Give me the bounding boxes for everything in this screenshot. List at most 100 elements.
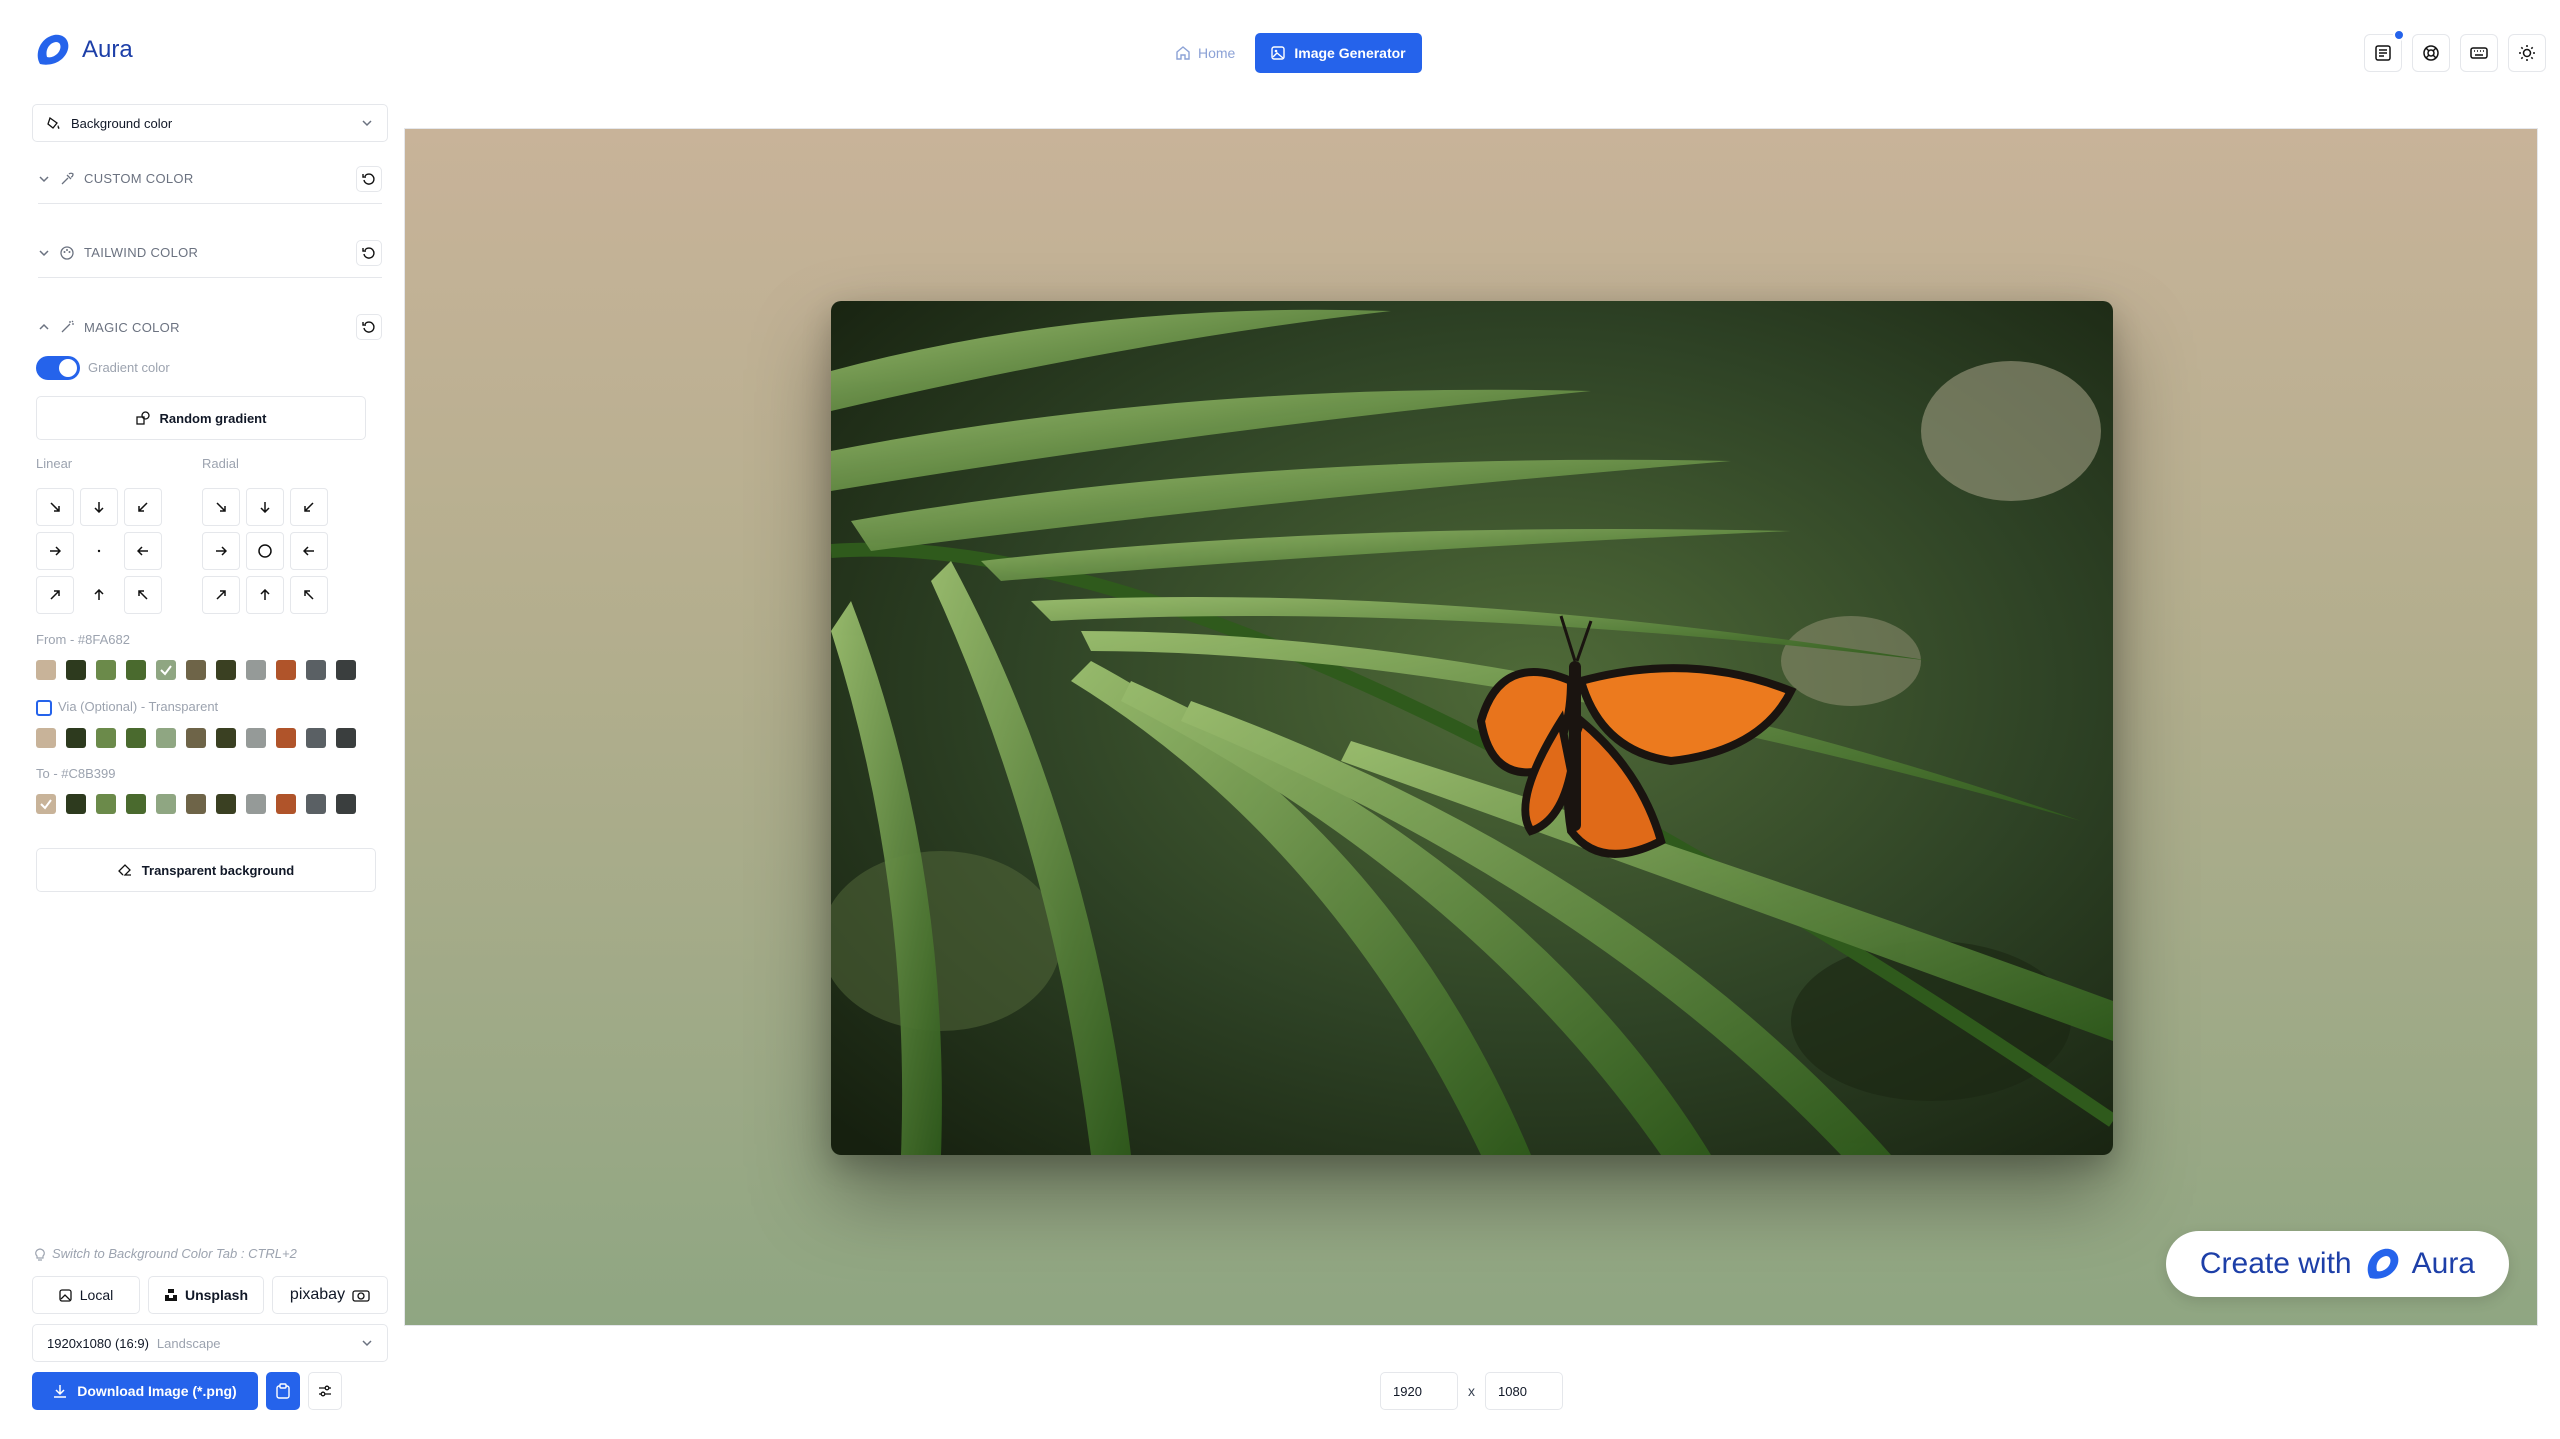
to-color-swatch[interactable] <box>186 794 206 814</box>
dot-icon <box>97 549 101 553</box>
shortcut-hint: Switch to Background Color Tab : CTRL+2 <box>34 1246 297 1261</box>
via-color-swatch[interactable] <box>96 728 116 748</box>
news-button[interactable] <box>2364 29 2405 72</box>
linear-to-right[interactable] <box>36 532 74 570</box>
linear-to-bottom-right[interactable] <box>36 488 74 526</box>
via-color-swatch[interactable] <box>276 728 296 748</box>
linear-label: Linear <box>36 456 73 471</box>
reset-custom-color-button[interactable] <box>356 165 382 192</box>
to-color-swatch[interactable] <box>96 794 116 814</box>
unsplash-source-button[interactable]: Unsplash <box>148 1276 264 1314</box>
random-gradient-button[interactable]: Random gradient <box>36 396 366 440</box>
uploaded-photo-butterfly[interactable] <box>831 301 2113 1155</box>
from-color-swatch[interactable] <box>306 660 326 680</box>
home-icon <box>1176 46 1190 60</box>
from-color-swatch[interactable] <box>336 660 356 680</box>
tailwind-color-section[interactable]: TAILWIND COLOR <box>38 228 382 278</box>
linear-to-bottom[interactable] <box>80 488 118 526</box>
from-color-swatch[interactable] <box>276 660 296 680</box>
linear-to-top[interactable] <box>80 576 118 614</box>
local-source-button[interactable]: Local <box>32 1276 140 1314</box>
transparent-background-button[interactable]: Transparent background <box>36 848 376 892</box>
app-logo[interactable]: Aura <box>32 30 133 70</box>
arrow-down-right-icon <box>50 502 60 512</box>
radial-bottom-right[interactable] <box>202 488 240 526</box>
via-checkbox[interactable] <box>36 699 52 716</box>
pixabay-source-button[interactable]: pixabay <box>272 1276 388 1314</box>
from-color-swatch[interactable] <box>186 660 206 680</box>
nav-image-generator-tab[interactable]: Image Generator <box>1255 33 1422 73</box>
to-color-label: To - #C8B399 <box>36 766 116 781</box>
nav-home-link[interactable]: Home <box>1164 34 1247 72</box>
arrow-down-left-icon <box>138 502 148 512</box>
transparent-background-label: Transparent background <box>141 862 295 878</box>
resolution-select[interactable]: 1920x1080 (16:9) Landscape <box>32 1324 388 1362</box>
via-color-label: Via (Optional) - Transparent <box>36 699 218 716</box>
from-color-swatch[interactable] <box>246 660 266 680</box>
from-color-swatch[interactable] <box>126 660 146 680</box>
linear-center[interactable] <box>80 532 118 570</box>
to-color-swatch[interactable] <box>216 794 236 814</box>
orientation-value: Landscape <box>156 1335 221 1351</box>
via-color-swatch[interactable] <box>66 728 86 748</box>
via-color-swatch[interactable] <box>126 728 146 748</box>
preview-canvas[interactable]: Create with Aura <box>404 128 2538 1326</box>
arrow-up-right-icon <box>50 590 60 600</box>
keyboard-shortcuts-button[interactable] <box>2460 34 2498 72</box>
via-color-swatch[interactable] <box>246 728 266 748</box>
background-mode-select[interactable]: Background color <box>32 104 388 142</box>
radial-top-left[interactable] <box>290 576 328 614</box>
radial-bottom-left[interactable] <box>290 488 328 526</box>
to-color-swatch[interactable] <box>66 794 86 814</box>
support-icon <box>2423 45 2439 61</box>
via-color-swatch[interactable] <box>36 728 56 748</box>
copy-to-clipboard-button[interactable] <box>266 1372 300 1410</box>
gradient-color-toggle[interactable] <box>36 356 80 380</box>
via-color-swatch[interactable] <box>336 728 356 748</box>
to-color-swatch[interactable] <box>246 794 266 814</box>
to-color-swatch[interactable] <box>276 794 296 814</box>
linear-to-bottom-left[interactable] <box>124 488 162 526</box>
via-color-swatch[interactable] <box>156 728 176 748</box>
to-color-swatch[interactable] <box>336 794 356 814</box>
radial-top-right[interactable] <box>202 576 240 614</box>
radial-center[interactable] <box>246 532 284 570</box>
to-color-swatch[interactable] <box>306 794 326 814</box>
radial-bottom[interactable] <box>246 488 284 526</box>
from-color-swatch[interactable] <box>96 660 116 680</box>
clipboard-icon <box>276 1383 290 1399</box>
gradient-color-label: Gradient color <box>88 360 170 375</box>
theme-toggle-button[interactable] <box>2508 34 2546 72</box>
export-settings-button[interactable] <box>308 1372 342 1410</box>
height-input[interactable] <box>1485 1372 1563 1410</box>
radial-left[interactable] <box>290 532 328 570</box>
width-input[interactable] <box>1380 1372 1458 1410</box>
eraser-icon <box>117 864 131 876</box>
to-swatches <box>36 794 356 814</box>
reset-magic-color-button[interactable] <box>356 314 382 340</box>
to-color-swatch[interactable] <box>126 794 146 814</box>
from-color-swatch[interactable] <box>36 660 56 680</box>
to-color-swatch[interactable] <box>156 794 176 814</box>
via-color-swatch[interactable] <box>306 728 326 748</box>
from-color-swatch[interactable] <box>216 660 236 680</box>
support-button[interactable] <box>2412 34 2450 72</box>
header-actions <box>2364 29 2546 72</box>
download-image-button[interactable]: Download Image (*.png) <box>32 1372 258 1410</box>
linear-to-top-right[interactable] <box>36 576 74 614</box>
unsplash-logo-icon <box>164 1289 177 1301</box>
via-color-swatch[interactable] <box>186 728 206 748</box>
from-color-swatch[interactable] <box>156 660 176 680</box>
from-color-swatch[interactable] <box>66 660 86 680</box>
magic-color-section[interactable]: MAGIC COLOR <box>38 302 382 352</box>
custom-color-section[interactable]: CUSTOM COLOR <box>38 154 382 204</box>
to-color-swatch[interactable] <box>36 794 56 814</box>
radial-top[interactable] <box>246 576 284 614</box>
via-color-text: Via (Optional) - Transparent <box>58 699 219 714</box>
linear-to-left[interactable] <box>124 532 162 570</box>
via-color-swatch[interactable] <box>216 728 236 748</box>
news-icon <box>2375 45 2391 61</box>
radial-right[interactable] <box>202 532 240 570</box>
reset-tailwind-color-button[interactable] <box>356 239 382 266</box>
linear-to-top-left[interactable] <box>124 576 162 614</box>
